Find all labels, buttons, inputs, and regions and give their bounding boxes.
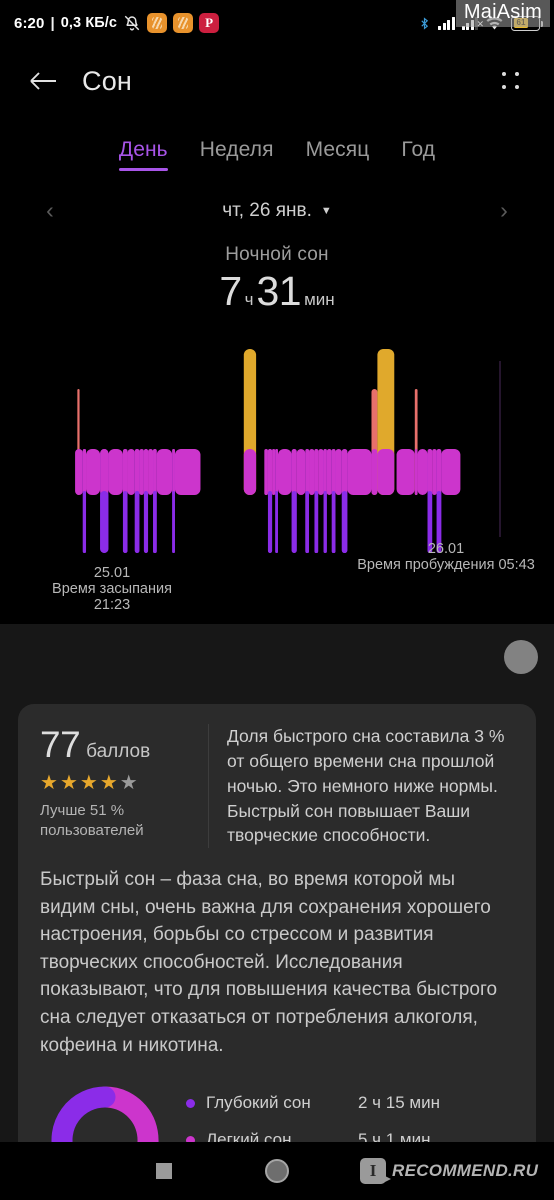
tab-month[interactable]: Месяц bbox=[306, 138, 370, 171]
page-title: Сон bbox=[82, 65, 133, 96]
summary-value: 7 ч 31 мин bbox=[0, 268, 554, 315]
back-arrow-icon[interactable] bbox=[26, 64, 60, 98]
score-value: 77 bbox=[40, 724, 81, 765]
tab-week[interactable]: Неделя bbox=[200, 138, 274, 171]
status-bar-left: 6:20 | 0,3 КБ/с bbox=[14, 13, 220, 33]
circle-home-icon[interactable] bbox=[265, 1159, 289, 1183]
date-label: чт, 26 янв. bbox=[222, 199, 312, 221]
uploader-watermark: MaiAsim bbox=[455, 0, 550, 27]
sleep-phase-chart[interactable] bbox=[0, 341, 554, 563]
mute-icon bbox=[123, 14, 141, 32]
breakdown-row-deep: Глубокий сон 2 ч 15 мин bbox=[186, 1093, 514, 1113]
tab-day[interactable]: День bbox=[118, 138, 168, 171]
prev-day-button[interactable]: ‹ bbox=[38, 199, 62, 222]
chevron-down-icon: ▼ bbox=[320, 204, 332, 217]
summary-minutes: 31 bbox=[256, 268, 302, 314]
sleep-score-card: 77 баллов ★ ★ ★ ★ ★ Лучше 51 % пользоват… bbox=[18, 704, 536, 1200]
app-orange-icon bbox=[173, 13, 194, 33]
status-time: 6:20 bbox=[14, 14, 45, 32]
star-icon: ★ bbox=[59, 772, 78, 794]
star-rating: ★ ★ ★ ★ ★ bbox=[40, 773, 194, 793]
site-watermark: RECOMMEND.RU bbox=[360, 1158, 538, 1184]
more-grid-icon[interactable] bbox=[494, 64, 528, 98]
app-orange-icon bbox=[147, 13, 168, 33]
app-bar: Сон bbox=[0, 46, 554, 116]
hypnogram-svg bbox=[75, 349, 501, 553]
sleep-summary: Ночной сон 7 ч 31 мин bbox=[0, 244, 554, 315]
date-navigator: ‹ чт, 26 янв. ▼ › bbox=[0, 199, 554, 222]
bed-time-label: 25.01 Время засыпания 21:23 bbox=[32, 565, 192, 613]
summary-hours: 7 bbox=[219, 268, 242, 314]
percentile-text: Лучше 51 % пользователей bbox=[40, 802, 144, 839]
irecommend-logo-icon bbox=[360, 1158, 386, 1184]
wake-text: Время пробуждения 05:43 bbox=[357, 557, 535, 573]
status-bar: 6:20 | 0,3 КБ/с ✕ bbox=[0, 0, 554, 46]
summary-minutes-unit: мин bbox=[304, 290, 335, 309]
watermark-text: RECOMMEND.RU bbox=[392, 1161, 539, 1180]
pinterest-icon bbox=[199, 13, 220, 33]
score-row: 77 баллов ★ ★ ★ ★ ★ Лучше 51 % пользоват… bbox=[40, 724, 514, 849]
next-day-button[interactable]: › bbox=[492, 199, 516, 222]
bed-date: 25.01 bbox=[93, 565, 131, 581]
chart-axis-labels: 26.01 Время пробуждения 05:43 25.01 Врем… bbox=[0, 541, 554, 617]
score-block: 77 баллов ★ ★ ★ ★ ★ Лучше 51 % пользоват… bbox=[40, 724, 208, 841]
bed-text: Время засыпания 21:23 bbox=[52, 581, 172, 613]
period-tabs: День Неделя Месяц Год bbox=[0, 138, 554, 175]
status-separator: | bbox=[50, 14, 55, 32]
phone-screen: 6:20 | 0,3 КБ/с ✕ bbox=[0, 0, 554, 1200]
score-unit: баллов bbox=[86, 741, 151, 762]
system-nav-bar: RECOMMEND.RU bbox=[0, 1142, 554, 1200]
star-icon: ★ bbox=[99, 772, 118, 794]
scroll-handle[interactable] bbox=[504, 640, 538, 674]
rem-description: Быстрый сон – фаза сна, во время которой… bbox=[40, 869, 498, 1056]
summary-hours-unit: ч bbox=[244, 290, 254, 309]
wake-date: 26.01 bbox=[427, 541, 465, 557]
score-number: 77 баллов bbox=[40, 724, 194, 766]
tab-year[interactable]: Год bbox=[401, 138, 435, 171]
date-selector[interactable]: чт, 26 янв. ▼ bbox=[222, 200, 332, 222]
wake-time-label: 26.01 Время пробуждения 05:43 bbox=[346, 541, 546, 573]
star-icon: ★ bbox=[40, 772, 58, 794]
breakdown-value-deep: 2 ч 15 мин bbox=[358, 1093, 440, 1113]
star-icon: ★ bbox=[79, 772, 98, 794]
bluetooth-icon bbox=[418, 15, 431, 32]
summary-label: Ночной сон bbox=[225, 244, 329, 265]
details-sheet: 77 баллов ★ ★ ★ ★ ★ Лучше 51 % пользоват… bbox=[0, 624, 554, 1200]
square-recents-icon[interactable] bbox=[156, 1163, 172, 1179]
network-speed: 0,3 КБ/с bbox=[60, 15, 118, 31]
signal-icon bbox=[438, 16, 455, 30]
score-note: Доля быстрого сна составила 3 % от общег… bbox=[208, 724, 514, 849]
star-icon-empty: ★ bbox=[119, 772, 138, 794]
breakdown-label-deep: Глубокий сон bbox=[206, 1093, 311, 1113]
breakdown-dot-deep bbox=[186, 1098, 195, 1108]
